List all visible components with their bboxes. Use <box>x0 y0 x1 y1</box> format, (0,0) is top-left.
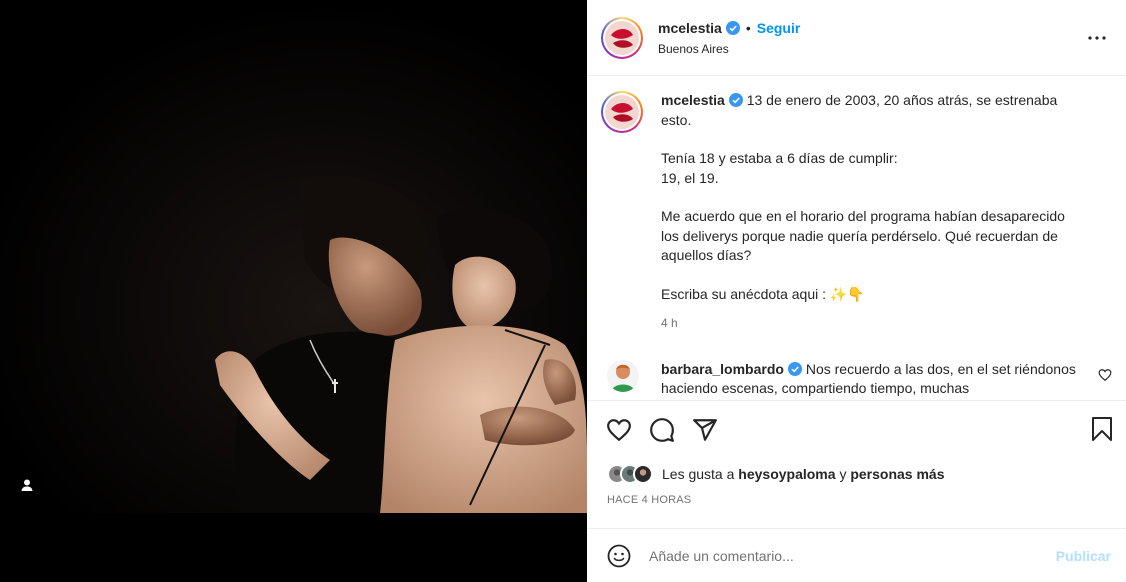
liker-avatar <box>633 464 653 484</box>
caption-time[interactable]: 4 h <box>661 314 1081 334</box>
author-username[interactable]: mcelestia <box>658 20 722 36</box>
caption-text-line: Escriba su anécdota aqui : ✨👇 <box>661 285 865 302</box>
likes-user-link[interactable]: heysoypaloma <box>738 466 835 482</box>
likes-connector: y <box>839 466 847 482</box>
publish-button[interactable]: Publicar <box>1056 548 1111 564</box>
separator-dot: • <box>745 19 751 36</box>
post-media[interactable] <box>0 0 587 582</box>
comment-bubble-icon[interactable] <box>648 416 676 444</box>
avatar-image <box>605 20 639 55</box>
tagged-user-icon[interactable] <box>17 475 37 495</box>
post-side-panel: mcelestia • Seguir Buenos Aires mcelesti… <box>587 0 1126 582</box>
post-photo <box>0 0 587 513</box>
save-bookmark-icon[interactable] <box>1090 416 1114 447</box>
emoji-picker-icon[interactable] <box>605 542 633 570</box>
caption-text-line: Me acuerdo que en el horario del program… <box>661 208 1065 263</box>
share-paper-plane-icon[interactable] <box>691 416 719 444</box>
more-options-icon[interactable] <box>1086 27 1108 49</box>
post-actions: Les gusta a heysoypaloma y personas más … <box>587 400 1126 528</box>
verified-badge-icon <box>728 93 743 107</box>
comments-scroll-area[interactable]: mcelestia 13 de enero de 2003, 20 años a… <box>587 77 1126 400</box>
post-location[interactable]: Buenos Aires <box>658 42 800 56</box>
like-heart-icon[interactable] <box>605 416 633 444</box>
verified-badge-icon <box>725 20 740 35</box>
commenter-username[interactable]: barbara_lombardo <box>661 361 784 377</box>
likes-prefix: Les gusta a <box>662 466 735 482</box>
like-comment-icon[interactable] <box>1098 368 1112 382</box>
caption-username[interactable]: mcelestia <box>661 92 725 108</box>
post-header: mcelestia • Seguir Buenos Aires <box>587 0 1126 76</box>
author-avatar[interactable] <box>601 16 643 59</box>
likes-summary: Les gusta a heysoypaloma y personas más <box>587 459 1126 489</box>
caption-block: mcelestia 13 de enero de 2003, 20 años a… <box>587 77 1126 334</box>
commenter-avatar[interactable] <box>607 359 639 392</box>
caption-text-line: Tenía 18 y estaba a 6 días de cumplir: 1… <box>661 150 898 186</box>
add-comment-bar: Publicar <box>587 528 1126 582</box>
avatar-image <box>605 95 639 129</box>
liker-avatars[interactable] <box>607 464 653 484</box>
follow-button[interactable]: Seguir <box>757 20 801 36</box>
verified-badge-icon <box>787 361 802 376</box>
likes-others-link[interactable]: personas más <box>850 466 944 482</box>
comment-item: barbara_lombardo Nos recuerdo a las dos,… <box>587 334 1126 399</box>
comment-input[interactable] <box>649 547 1029 564</box>
caption-author-avatar[interactable] <box>601 91 643 133</box>
post-timestamp[interactable]: HACE 4 HORAS <box>587 494 1126 506</box>
instagram-post-view: mcelestia • Seguir Buenos Aires mcelesti… <box>0 0 1126 582</box>
